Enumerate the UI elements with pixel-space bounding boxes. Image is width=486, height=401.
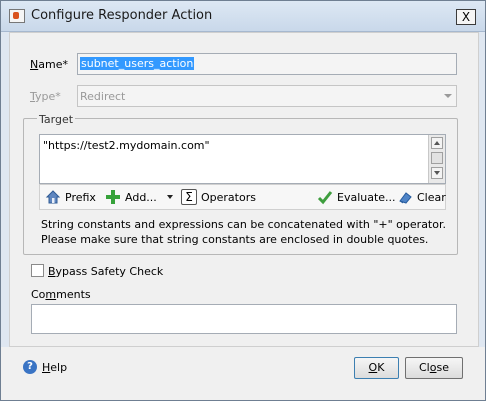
name-label-text: ame* [38,58,68,71]
evaluate-label: Evaluate... [337,190,396,204]
bypass-safety-checkbox[interactable] [31,264,44,277]
bypass-safety-label[interactable]: Bypass Safety Check [48,265,163,278]
help-label: Help [42,361,67,374]
chevron-down-icon [444,94,452,98]
house-icon [45,190,61,204]
bypass-mnemonic: B [48,265,56,278]
close-window-button[interactable]: X [456,9,476,25]
name-label-mnemonic: N [30,58,39,71]
help-link[interactable]: ? Help [23,360,67,374]
plus-icon [106,190,120,204]
scroll-thumb[interactable] [431,152,443,164]
target-expression-value: "https://test2.mydomain.com" [43,139,210,152]
sigma-icon: Σ [181,189,197,205]
clear-label: Clear [417,190,446,204]
arrow-up-icon [434,141,440,145]
hint-line-2: Please make sure that string constants a… [41,233,429,246]
clear-button[interactable]: Clear [397,189,446,205]
comments-label-mnemonic: m [45,288,57,301]
add-label: Add... [125,190,157,204]
comments-input[interactable] [31,304,457,334]
type-select[interactable]: Redirect [77,85,457,107]
close-text-2: se [436,361,449,374]
chevron-down-icon [166,195,173,199]
hint-line-1: String constants and expressions can be … [41,218,446,231]
ok-mnemonic: O [368,361,378,374]
add-button[interactable]: Add... [105,189,173,205]
prefix-button[interactable]: Prefix [45,189,96,205]
ok-button[interactable]: OK [354,357,399,379]
dialog-window: Configure Responder Action X Name* subne… [0,0,486,401]
app-icon [9,9,25,23]
comments-label: Comments [31,288,91,301]
type-label: Type* [30,90,61,103]
close-button[interactable]: Close [405,357,463,379]
help-icon: ? [23,360,37,374]
type-value: Redirect [80,90,126,103]
close-text-1: Cl [419,361,430,374]
type-label-text: ype* [35,90,61,103]
scroll-down-button[interactable] [431,167,443,179]
ok-text: K [377,361,385,374]
comments-label-text-1: Co [31,288,46,301]
comments-label-text-2: ments [56,288,91,301]
evaluate-button[interactable]: Evaluate... [317,189,396,205]
operators-label: Operators [201,190,256,204]
scroll-up-button[interactable] [431,137,443,149]
name-label: Name* [30,58,68,71]
target-scrollbar[interactable] [428,135,445,183]
name-input[interactable]: subnet_users_action [77,53,457,75]
title-bar[interactable]: Configure Responder Action X [1,1,485,32]
target-legend: Target [37,113,76,126]
prefix-label: Prefix [65,190,96,204]
bypass-text: ypass Safety Check [55,265,164,278]
help-text: elp [50,360,68,374]
eraser-icon [399,192,412,204]
target-expression-textarea[interactable]: "https://test2.mydomain.com" [39,134,446,184]
window-title: Configure Responder Action [31,8,213,23]
checkmark-icon [317,191,333,205]
name-value: subnet_users_action [80,57,195,70]
arrow-down-icon [434,171,440,175]
operators-button[interactable]: Σ Operators [181,189,256,205]
